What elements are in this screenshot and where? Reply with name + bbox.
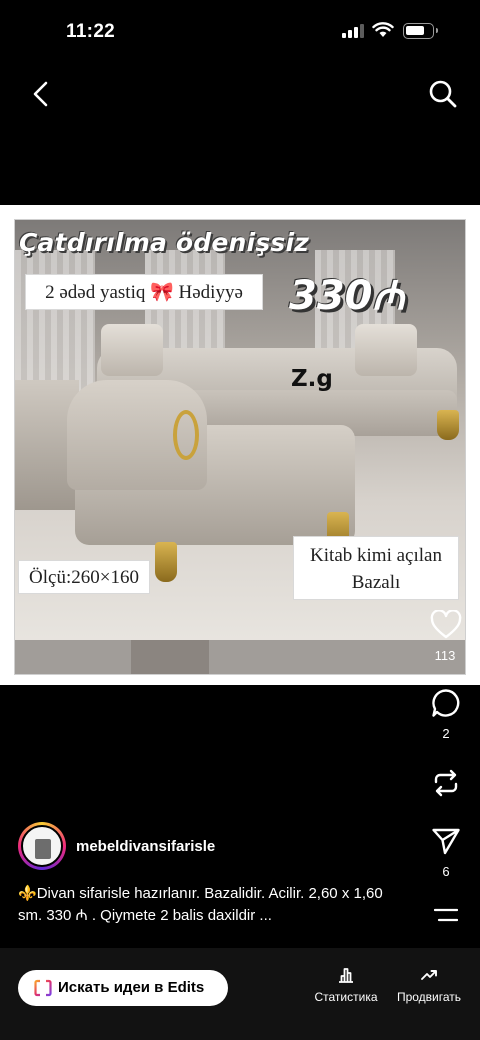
fleur-de-lis-emoji: ⚜️ xyxy=(18,885,37,902)
bottom-bar: Искать идеи в Edits Статистика Продвигат… xyxy=(0,948,480,1040)
insights-button[interactable]: Статистика xyxy=(312,966,380,1004)
battery-icon xyxy=(403,23,438,39)
repost-action[interactable] xyxy=(416,768,476,798)
bar-chart-icon xyxy=(339,968,353,983)
like-count: 113 xyxy=(434,648,456,663)
brand-mark: Z.g xyxy=(291,366,333,392)
gift-label: 2 ədəd yastiq 🎀 Hədiyyə xyxy=(25,274,263,310)
post-caption[interactable]: ⚜️Divan sifarisle hazırlanır. Bazalidir.… xyxy=(18,883,388,927)
edits-app-icon xyxy=(34,979,52,997)
post-media[interactable]: Çatdırılma ödenişsiz 2 ədəd yastiq 🎀 Həd… xyxy=(0,205,480,685)
status-time: 11:22 xyxy=(66,21,116,42)
send-icon[interactable] xyxy=(431,826,461,856)
search-icon[interactable] xyxy=(427,78,459,110)
sofa-photo: Çatdırılma ödenişsiz 2 ədəd yastiq 🎀 Həd… xyxy=(14,219,466,675)
username[interactable]: mebeldivansifarisle xyxy=(76,838,215,855)
delivery-banner: Çatdırılma ödenişsiz xyxy=(19,228,309,257)
more-menu-icon[interactable] xyxy=(434,908,458,922)
size-label: Ölçü:260×160 xyxy=(18,560,150,594)
share-action[interactable]: 6 xyxy=(416,826,476,879)
cellular-signal-icon xyxy=(342,24,366,38)
promote-button[interactable]: Продвигать xyxy=(394,966,464,1004)
bow-emoji: 🎀 xyxy=(150,282,174,303)
wifi-icon xyxy=(372,22,394,37)
comment-action[interactable]: 2 xyxy=(416,688,476,741)
price-label: 330₼ xyxy=(289,273,405,319)
comment-count: 2 xyxy=(442,726,450,741)
repost-icon[interactable] xyxy=(431,768,461,798)
heart-icon[interactable] xyxy=(430,610,462,640)
trending-up-icon xyxy=(421,970,437,980)
status-bar: 11:22 xyxy=(0,0,480,64)
comment-icon[interactable] xyxy=(431,688,461,718)
avatar[interactable] xyxy=(18,822,66,870)
edits-ideas-button[interactable]: Искать идеи в Edits xyxy=(18,970,228,1006)
share-count: 6 xyxy=(442,864,450,879)
back-arrow-icon[interactable] xyxy=(26,78,58,110)
opening-label: Kitab kimi açılan Bazalı xyxy=(293,536,459,600)
